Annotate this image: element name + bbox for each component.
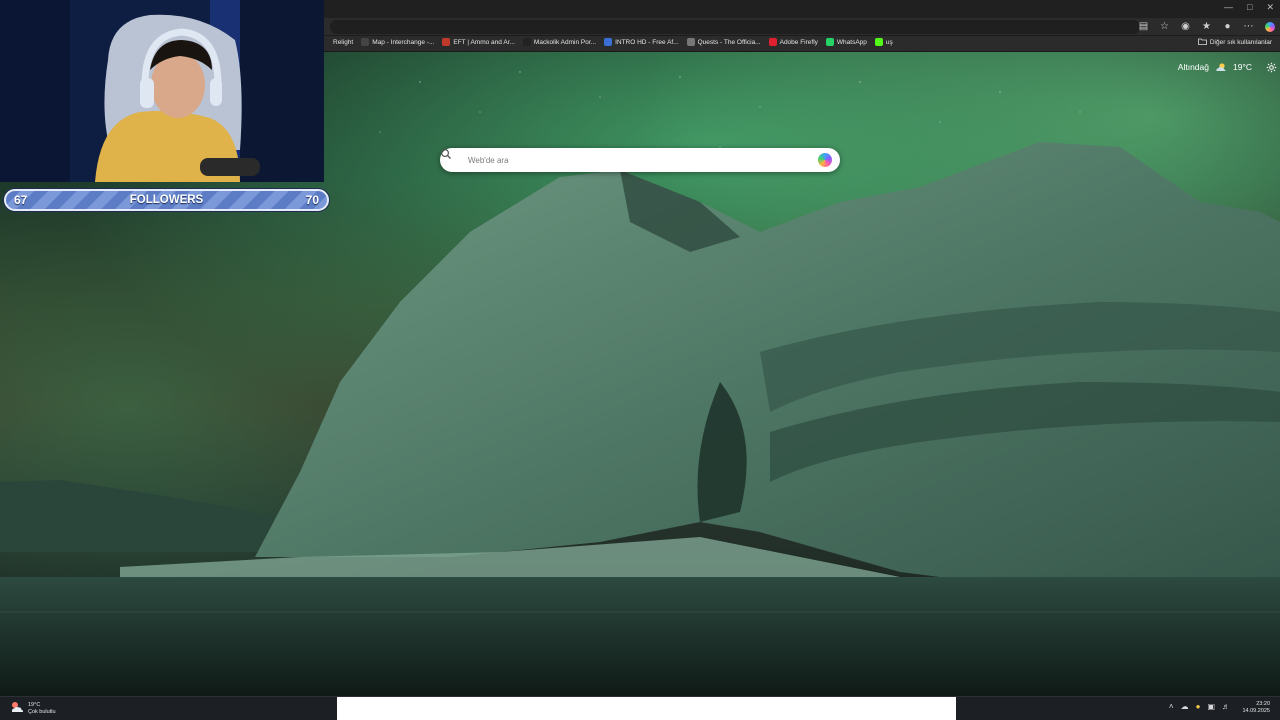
bookmark-label: Adobe Firefly (779, 38, 818, 46)
weather-temp: 19°C (1233, 62, 1252, 72)
screen: Altındağ 19°C — □ ✕ ▤ ☆ ◉ (0, 0, 1280, 720)
partly-cloudy-icon (1215, 62, 1227, 72)
weather-location: Altındağ (1177, 62, 1209, 72)
kick-icon (874, 38, 883, 46)
bookmark-label: Relight (333, 38, 354, 46)
copilot-icon[interactable] (818, 153, 832, 167)
taskbar-white-region (337, 697, 956, 720)
bookmark-item[interactable]: uş (874, 38, 893, 46)
window-controls: — □ ✕ (1224, 2, 1274, 13)
web-search-box[interactable] (440, 148, 840, 172)
bookmark-label: Map - Interchange -... (372, 38, 435, 46)
favorites-icon[interactable]: ★ (1200, 21, 1213, 34)
reading-view-icon[interactable]: ▤ (1137, 21, 1150, 34)
intro-icon (604, 38, 613, 46)
system-tray: ˄ ☁ ● ▣ ♬ (1169, 703, 1230, 711)
bookmark-label: WhatsApp (836, 38, 867, 46)
followers-label: FOLLOWERS (129, 194, 204, 206)
bookmark-label: EFT | Ammo and Ar... (453, 38, 515, 46)
wiki-icon (686, 38, 695, 46)
streamer-webcam-image (0, 0, 324, 182)
onedrive-cloud-icon[interactable]: ☁ (1181, 703, 1189, 711)
other-bookmarks-label: Diğer sık kullanılanlar (1209, 39, 1272, 46)
other-bookmarks-folder[interactable]: Diğer sık kullanılanlar (1197, 38, 1272, 47)
microphone-icon[interactable]: ● (1196, 703, 1201, 711)
favorite-star-icon[interactable]: ☆ (1158, 21, 1171, 34)
bookmark-item[interactable]: Adobe Firefly (768, 38, 818, 46)
clock-date: 14.09.2025 (1242, 708, 1270, 714)
mackolik-icon (522, 38, 531, 46)
adobe-firefly-icon (768, 38, 777, 46)
follower-goal-bar: 67 FOLLOWERS 70 (4, 189, 329, 211)
volume-icon[interactable]: ♬ (1222, 703, 1230, 711)
bookmark-label: INTRO HD - Free Af... (615, 38, 679, 46)
close-icon[interactable]: ✕ (1266, 2, 1274, 13)
bookmark-item[interactable]: Map - Interchange -... (361, 38, 434, 46)
clock-time: 23:20 (1256, 701, 1270, 707)
eft-icon (442, 38, 451, 46)
extensions-icon[interactable]: ◉ (1179, 21, 1192, 34)
toolbar-icons: ▤ ☆ ◉ ★ ● ⋯ (1137, 19, 1276, 35)
taskbar-weather-temp: 19°C (28, 702, 41, 708)
bookmark-label: uş (885, 38, 893, 46)
tarkov-map-icon (361, 38, 370, 46)
show-hidden-icons-chevron-icon[interactable]: ˄ (1169, 703, 1174, 711)
weather-widget[interactable]: Altındağ 19°C (1178, 62, 1252, 72)
whatsapp-icon (825, 38, 834, 46)
taskbar-weather-widget[interactable]: 19°C Çok bulutlu (10, 700, 56, 718)
search-input[interactable] (468, 155, 818, 165)
minimize-icon[interactable]: — (1224, 2, 1233, 13)
copilot-sidebar-icon[interactable] (1263, 21, 1276, 34)
bookmark-item[interactable]: WhatsApp (825, 38, 867, 46)
bookmark-item[interactable]: Relight (322, 38, 353, 46)
bookmark-item[interactable]: INTRO HD - Free Af... (604, 38, 679, 46)
address-bar[interactable] (330, 20, 1140, 34)
cloudy-weather-icon (10, 700, 24, 718)
bookmark-label: Quests - The Officia... (697, 38, 761, 46)
profile-avatar-icon[interactable]: ● (1221, 21, 1234, 34)
taskbar-clock[interactable]: 23:20 14.09.2025 (1242, 701, 1270, 715)
more-menu-icon[interactable]: ⋯ (1242, 21, 1255, 34)
search-icon (440, 148, 460, 166)
bookmark-label: Mackolik Admin Por... (533, 38, 597, 46)
maximize-icon[interactable]: □ (1247, 2, 1252, 13)
folder-icon (1197, 38, 1207, 47)
taskbar-weather-desc: Çok bulutlu (28, 709, 56, 715)
streamer-webcam (0, 0, 324, 182)
windows-taskbar: 19°C Çok bulutlu ˄ ☁ ● ▣ ♬ 23:20 14.09.2… (0, 696, 1280, 720)
bookmark-item[interactable]: EFT | Ammo and Ar... (442, 38, 515, 46)
bookmark-item[interactable]: Quests - The Officia... (686, 38, 761, 46)
network-icon[interactable]: ▣ (1207, 703, 1215, 711)
bookmark-list: Relight Map - Interchange -... EFT | Ammo … (322, 38, 893, 46)
bookmark-item[interactable]: Mackolik Admin Por... (522, 38, 597, 46)
